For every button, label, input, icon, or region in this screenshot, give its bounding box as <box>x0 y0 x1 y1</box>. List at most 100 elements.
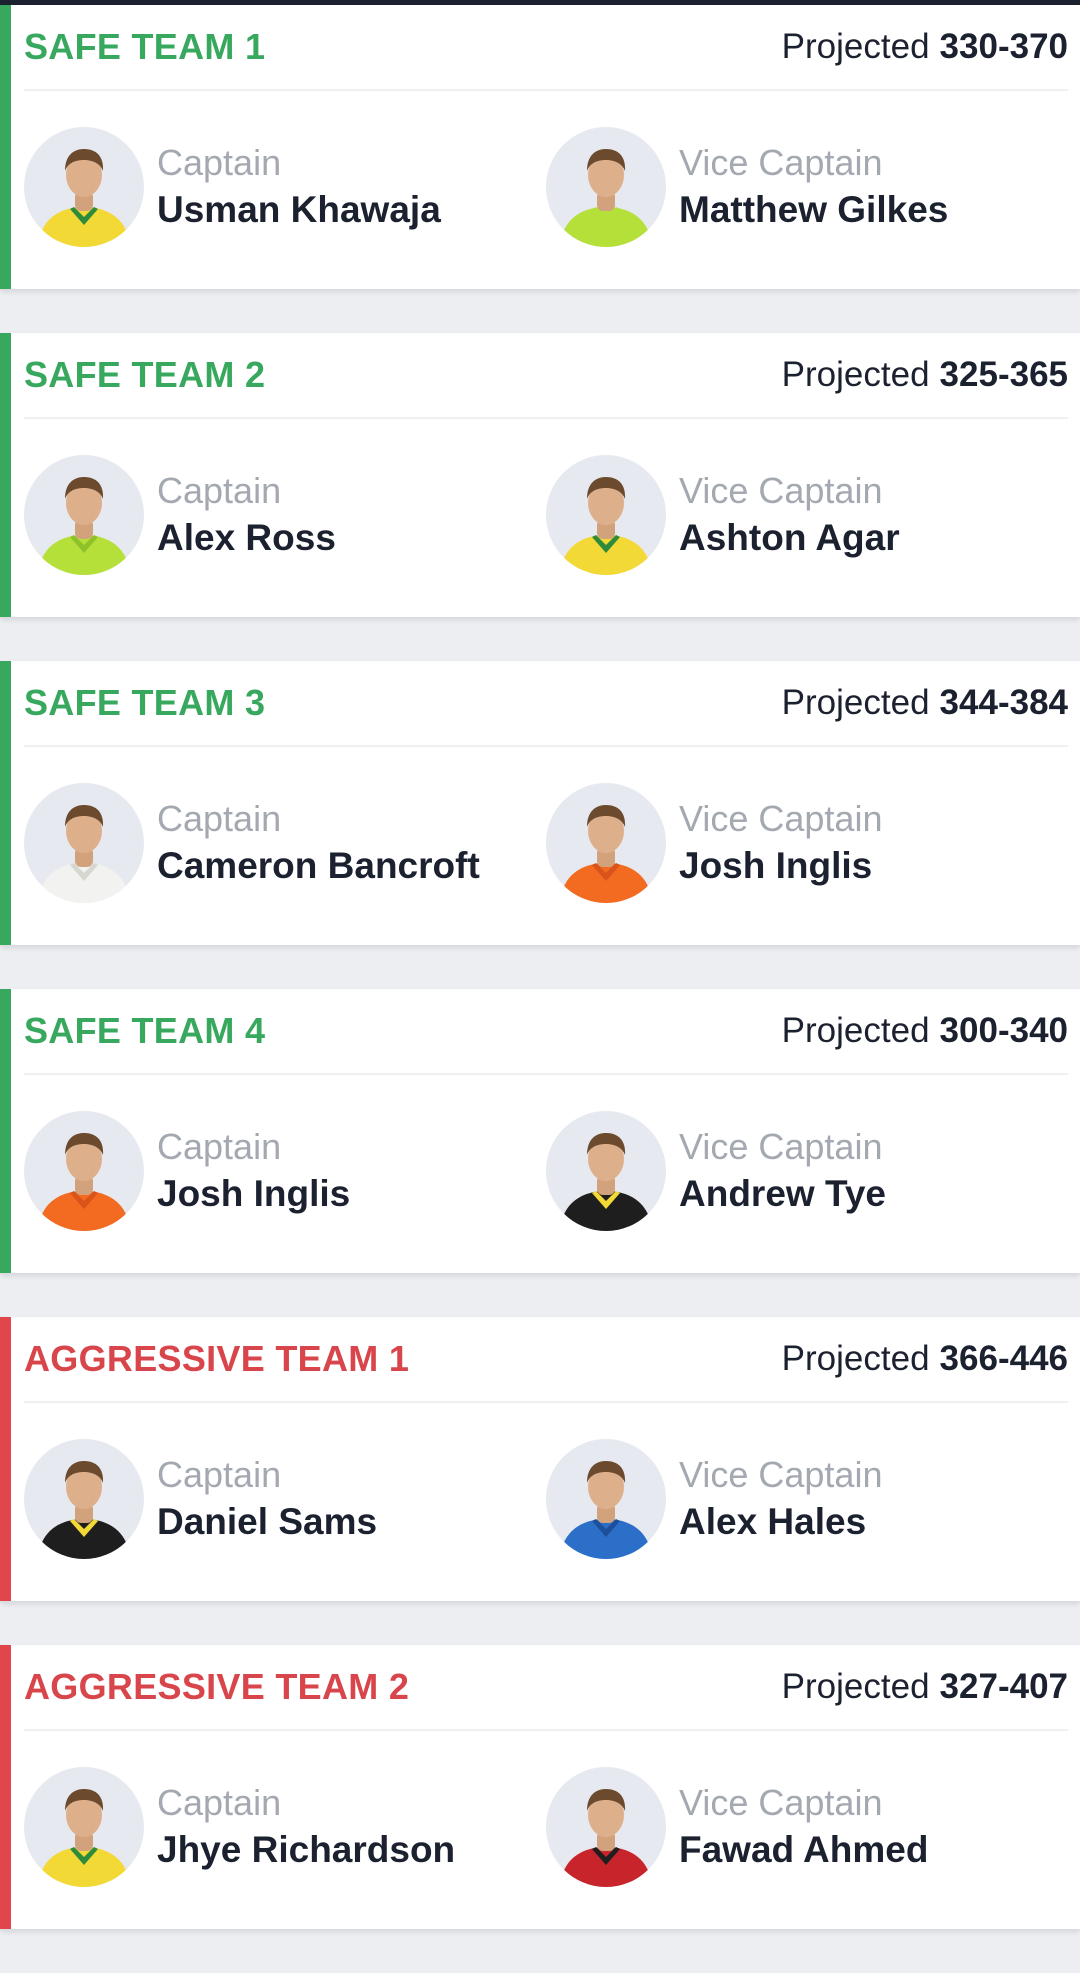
role-label: Captain <box>157 798 282 839</box>
role-label: Vice Captain <box>679 1782 883 1823</box>
player-avatar <box>24 455 144 575</box>
player-name: Andrew Tye <box>679 1173 886 1214</box>
role-label: Captain <box>157 1126 282 1167</box>
player-avatar <box>546 455 666 575</box>
player-name: Daniel Sams <box>157 1501 378 1542</box>
player-avatar <box>546 1111 666 1231</box>
vice-captain-entry[interactable]: Vice Captain Alex Hales <box>546 1439 882 1559</box>
projected-label: Projected <box>781 682 930 722</box>
player-avatar <box>546 127 666 247</box>
team-card-header: SAFE TEAM 3 Projected 344-384 <box>24 661 1068 744</box>
team-accent-bar <box>0 661 11 945</box>
vice-captain-entry[interactable]: Vice Captain Matthew Gilkes <box>546 127 948 247</box>
projected-label: Projected <box>781 1010 930 1050</box>
team-card-header: SAFE TEAM 1 Projected 330-370 <box>24 5 1068 88</box>
player-silhouette <box>38 477 130 575</box>
player-silhouette <box>560 805 652 903</box>
captain-entry[interactable]: Captain Alex Ross <box>24 455 336 575</box>
role-label: Captain <box>157 142 282 183</box>
team-title: AGGRESSIVE TEAM 1 <box>24 1337 410 1379</box>
player-row: Captain Daniel Sams Vice Captain Alex Ha… <box>24 1439 1068 1559</box>
projected-score: Projected 300-340 <box>782 1011 1068 1051</box>
player-silhouette <box>560 1133 652 1231</box>
divider <box>24 417 1068 419</box>
player-silhouette <box>38 1789 130 1887</box>
projected-score: Projected 344-384 <box>782 683 1068 723</box>
team-title: SAFE TEAM 3 <box>24 681 266 723</box>
player-name: Ashton Agar <box>679 517 900 558</box>
projected-range: 344-384 <box>939 682 1068 722</box>
captain-entry[interactable]: Captain Jhye Richardson <box>24 1767 455 1887</box>
vice-captain-entry[interactable]: Vice Captain Ashton Agar <box>546 455 900 575</box>
player-avatar <box>24 127 144 247</box>
player-name: Jhye Richardson <box>157 1829 456 1870</box>
team-card[interactable]: SAFE TEAM 2 Projected 325-365 Captain Ale… <box>0 333 1080 617</box>
projected-label: Projected <box>781 1338 930 1378</box>
role-label: Vice Captain <box>679 1126 883 1167</box>
team-accent-bar <box>0 989 11 1273</box>
projected-range: 330-370 <box>939 26 1068 66</box>
player-avatar <box>24 1111 144 1231</box>
team-card[interactable]: SAFE TEAM 1 Projected 330-370 Captain Usm… <box>0 5 1080 289</box>
team-card[interactable]: SAFE TEAM 3 Projected 344-384 Captain Cam… <box>0 661 1080 945</box>
player-name: Josh Inglis <box>679 845 873 886</box>
player-silhouette <box>560 1461 652 1559</box>
player-silhouette <box>560 477 652 575</box>
team-title: SAFE TEAM 1 <box>24 25 266 67</box>
player-name: Cameron Bancroft <box>157 845 480 886</box>
player-silhouette <box>560 149 652 247</box>
player-name: Josh Inglis <box>157 1173 351 1214</box>
team-accent-bar <box>0 5 11 289</box>
projected-range: 366-446 <box>939 1338 1068 1378</box>
player-avatar <box>546 1439 666 1559</box>
projected-label: Projected <box>781 26 930 66</box>
team-card-header: AGGRESSIVE TEAM 2 Projected 327-407 <box>24 1645 1068 1728</box>
player-name: Fawad Ahmed <box>679 1829 929 1870</box>
role-label: Vice Captain <box>679 1454 883 1495</box>
player-avatar <box>24 1439 144 1559</box>
captain-entry[interactable]: Captain Daniel Sams <box>24 1439 377 1559</box>
team-card[interactable]: SAFE TEAM 4 Projected 300-340 Captain Jos… <box>0 989 1080 1273</box>
vice-captain-entry[interactable]: Vice Captain Josh Inglis <box>546 783 882 903</box>
player-row: Captain Josh Inglis Vice Captain Andrew … <box>24 1111 1068 1231</box>
vice-captain-entry[interactable]: Vice Captain Fawad Ahmed <box>546 1767 928 1887</box>
role-label: Vice Captain <box>679 470 883 511</box>
team-card-header: SAFE TEAM 4 Projected 300-340 <box>24 989 1068 1072</box>
player-avatar <box>546 1767 666 1887</box>
role-label: Captain <box>157 1782 282 1823</box>
player-name: Alex Hales <box>679 1501 867 1542</box>
projected-score: Projected 327-407 <box>782 1667 1068 1707</box>
team-card[interactable]: AGGRESSIVE TEAM 1 Projected 366-446 Capta… <box>0 1317 1080 1601</box>
projected-label: Projected <box>781 354 930 394</box>
captain-entry[interactable]: Captain Usman Khawaja <box>24 127 441 247</box>
team-card[interactable]: AGGRESSIVE TEAM 2 Projected 327-407 Capta… <box>0 1645 1080 1929</box>
team-card-header: AGGRESSIVE TEAM 1 Projected 366-446 <box>24 1317 1068 1400</box>
team-accent-bar <box>0 1645 11 1929</box>
projected-range: 300-340 <box>939 1010 1068 1050</box>
vice-captain-entry[interactable]: Vice Captain Andrew Tye <box>546 1111 886 1231</box>
team-card-header: SAFE TEAM 2 Projected 325-365 <box>24 333 1068 416</box>
role-label: Vice Captain <box>679 142 883 183</box>
player-name: Alex Ross <box>157 517 336 558</box>
role-label: Captain <box>157 1454 282 1495</box>
player-row: Captain Usman Khawaja Vice Captain Matth… <box>24 127 1068 247</box>
team-accent-bar <box>0 1317 11 1601</box>
projected-score: Projected 366-446 <box>782 1339 1068 1379</box>
divider <box>24 1729 1068 1731</box>
captain-entry[interactable]: Captain Cameron Bancroft <box>24 783 480 903</box>
divider <box>24 89 1068 91</box>
divider <box>24 1073 1068 1075</box>
player-avatar <box>546 783 666 903</box>
player-row: Captain Cameron Bancroft Vice Captain Jo… <box>24 783 1068 903</box>
projected-label: Projected <box>781 1666 930 1706</box>
divider <box>24 1401 1068 1403</box>
player-name: Matthew Gilkes <box>679 189 949 230</box>
player-silhouette <box>38 1461 130 1559</box>
player-avatar <box>24 1767 144 1887</box>
player-name: Usman Khawaja <box>157 189 441 230</box>
player-silhouette <box>38 805 130 903</box>
player-row: Captain Jhye Richardson Vice Captain Faw… <box>24 1767 1068 1887</box>
captain-entry[interactable]: Captain Josh Inglis <box>24 1111 350 1231</box>
role-label: Vice Captain <box>679 798 883 839</box>
player-silhouette <box>38 1133 130 1231</box>
